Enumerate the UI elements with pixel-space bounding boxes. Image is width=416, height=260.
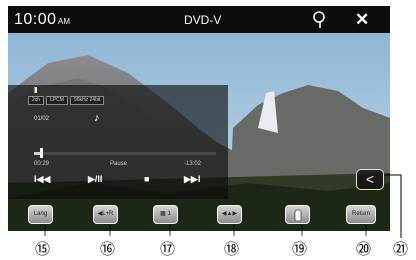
callout-15: ⑮ — [35, 241, 51, 258]
callout-16: ⑯ — [100, 241, 116, 258]
callout-17: ⑰ — [160, 241, 176, 258]
callout-18: ⑱ — [224, 241, 240, 258]
callout-leader-line — [44, 174, 402, 238]
callout-19: ⑲ — [292, 241, 308, 258]
callout-21: ㉑ — [393, 241, 409, 258]
callout-20: ⑳ — [356, 241, 372, 258]
